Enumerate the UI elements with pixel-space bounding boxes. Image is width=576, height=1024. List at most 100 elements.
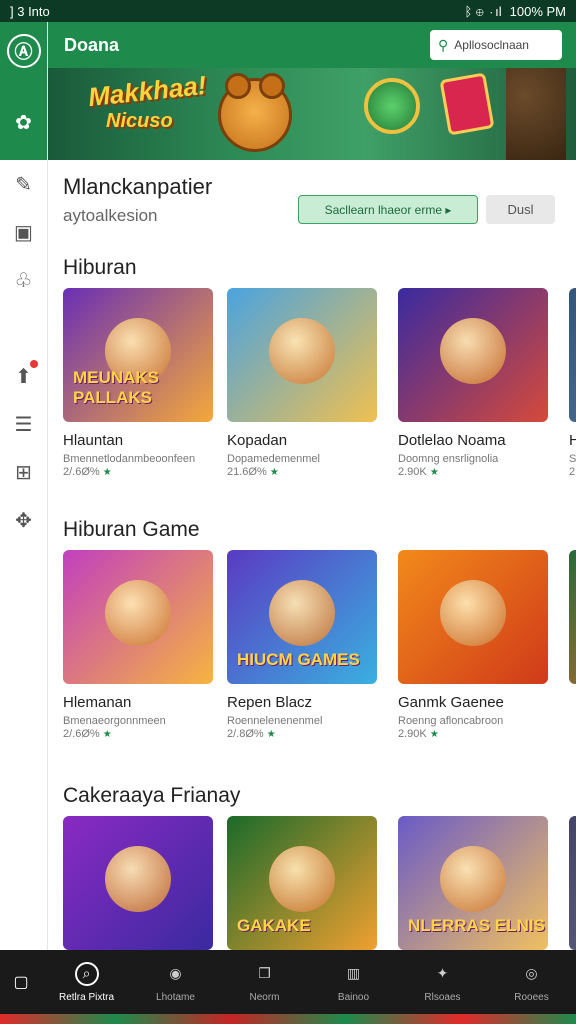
- game-description: Roenng afloncabroon: [398, 715, 504, 727]
- game-thumbnail[interactable]: [398, 288, 548, 422]
- bear-mascot-icon: [218, 73, 292, 152]
- nav-label: Lhotame: [156, 991, 195, 1003]
- nav-item[interactable]: ◉ Lhotame: [131, 950, 220, 1014]
- calendar-icon[interactable]: ⊞: [0, 448, 48, 496]
- home-square-icon[interactable]: ▢: [0, 950, 42, 1014]
- game-card[interactable]: Hlemanan Bmenaeorgonnmeen 2/.6Ø% ★: [63, 550, 213, 740]
- nav-label: Retlra Pixtra: [58, 991, 114, 1003]
- list-icon[interactable]: ☰: [0, 400, 48, 448]
- image-icon[interactable]: ▣: [0, 208, 48, 256]
- search-input[interactable]: ⚲ Apllosoclnaan: [430, 30, 562, 60]
- game-card[interactable]: HS2★: [569, 288, 576, 478]
- app-header: Doana ⚲ Apllosoclnaan: [48, 22, 576, 68]
- hanger-icon[interactable]: ♧: [0, 256, 48, 304]
- notification-icon[interactable]: ⬆: [0, 352, 48, 400]
- game-card[interactable]: Dotlelao Noama Doomng ensrlignolia 2.90K ★: [398, 288, 548, 478]
- bottom-ad-strip: [0, 1014, 576, 1024]
- game-title: Kopadan: [227, 432, 288, 449]
- star-icon: ★: [429, 467, 439, 478]
- search-icon: ⚲: [438, 36, 449, 53]
- game-card[interactable]: Kopadan Dopamedemenmel 21.6Ø% ★: [227, 288, 377, 478]
- game-thumbnail[interactable]: [569, 816, 576, 950]
- status-bar: ] 3 Into ᛒ ⊕ ⋅ıl 100% PM: [0, 0, 576, 22]
- category-title: Hiburan: [63, 256, 137, 279]
- character-icon: [269, 846, 335, 912]
- main-content: Mlanckanpatier aytoalkesion Sacllearn lh…: [48, 160, 576, 950]
- nav-label: Rlsoaes: [424, 991, 461, 1003]
- secondary-action-button[interactable]: Dusl: [486, 195, 555, 224]
- thumbnail-logo-text: GAKAKE: [237, 916, 311, 935]
- card-row: MEUNAKS PALLAKS Hlauntan Bmennetlodanmbeoo…: [48, 288, 576, 488]
- game-description: Dopamedemenmel: [227, 453, 320, 465]
- game-rating: 2/.6Ø% ★: [63, 728, 213, 740]
- star-icon: ★: [266, 729, 276, 740]
- game-thumbnail[interactable]: [227, 288, 377, 422]
- game-title: Hlauntan: [63, 432, 124, 449]
- game-thumbnail[interactable]: [398, 550, 548, 684]
- game-thumbnail[interactable]: MEUNAKS PALLAKS: [63, 288, 213, 422]
- game-thumbnail[interactable]: [569, 288, 576, 422]
- game-thumbnail[interactable]: [63, 816, 213, 950]
- app-logo-icon[interactable]: Ⓐ: [6, 34, 41, 68]
- nav-label: Bainoo: [337, 991, 370, 1003]
- game-thumbnail[interactable]: [569, 550, 576, 684]
- status-left: ] 3 Into: [10, 3, 50, 19]
- rail-icon-list: ✎ ▣ ♧ ⬆ ☰ ⊞ ✥: [0, 160, 47, 544]
- game-card[interactable]: Ganmk Gaenee Roenng afloncabroon 2.90K ★: [398, 550, 548, 740]
- game-card[interactable]: [63, 816, 213, 950]
- primary-action-button[interactable]: Sacllearn lhaeor erme ▸: [298, 195, 478, 224]
- game-rating: 2/.8Ø% ★: [227, 728, 377, 740]
- game-thumbnail[interactable]: NLERRAS ELNIS: [398, 816, 548, 950]
- game-thumbnail[interactable]: [63, 550, 213, 684]
- rating-value: 21.6Ø%: [227, 466, 270, 478]
- game-card[interactable]: GAKAKE: [227, 816, 377, 950]
- character-icon: [440, 318, 506, 384]
- nav-item[interactable]: ▥ Bainoo: [309, 950, 398, 1014]
- rating-value: 2/.6Ø%: [63, 728, 103, 740]
- hero-subtitle: aytoalkesion: [63, 206, 158, 225]
- nav-item[interactable]: ◎ Rooees: [487, 950, 576, 1014]
- nav-item[interactable]: ✦ Rlsoaes: [398, 950, 487, 1014]
- rating-value: 2/.8Ø%: [227, 728, 267, 740]
- nav-item[interactable]: ❐ Neorm: [220, 950, 309, 1014]
- thumbnail-logo-text: NLERRAS ELNIS: [408, 916, 545, 935]
- game-thumbnail[interactable]: GAKAKE: [227, 816, 377, 950]
- status-right: ᛒ ⊕ ⋅ıl 100% PM: [465, 4, 567, 19]
- game-thumbnail[interactable]: HIUCM GAMES: [227, 550, 377, 684]
- card-row: Hlemanan Bmenaeorgonnmeen 2/.6Ø% ★ HIUCM GA…: [48, 550, 576, 750]
- game-title: Ganmk Gaenee: [398, 694, 504, 711]
- side-rail: Ⓐ ✿ ✎ ▣ ♧ ⬆ ☰ ⊞ ✥: [0, 22, 48, 950]
- game-card[interactable]: NLERRAS ELNIS: [398, 816, 548, 950]
- game-card[interactable]: [569, 816, 576, 950]
- game-card[interactable]: HIUCM GAMES Repen Blacz Roennelenenenmel 2/…: [227, 550, 377, 740]
- hero-title: Mlanckanpatier: [63, 174, 213, 199]
- nav-item[interactable]: ⌕ Retlra Pixtra: [42, 950, 131, 1014]
- game-title: Repen Blacz: [227, 694, 313, 711]
- game-title: Hlemanan: [63, 694, 132, 711]
- game-rating: 2.90K ★: [398, 466, 548, 478]
- character-icon: [269, 318, 335, 384]
- star-icon: ★: [429, 729, 439, 740]
- puzzle-icon: ✦: [436, 965, 449, 981]
- game-description: S: [569, 453, 576, 465]
- character-icon: [105, 846, 171, 912]
- nav-label: Rooees: [514, 991, 549, 1003]
- rating-value: 2/.6Ø%: [63, 466, 103, 478]
- tree-decoration: [506, 68, 566, 160]
- card-row: GAKAKE NLERRAS ELNIS: [48, 816, 576, 950]
- game-card[interactable]: MEUNAKS PALLAKS Hlauntan Bmennetlodanmbeoo…: [63, 288, 213, 478]
- rail-header: Ⓐ ✿: [0, 22, 47, 160]
- hero-banner[interactable]: Makkhaa! Nicuso: [48, 68, 576, 160]
- game-card[interactable]: [569, 550, 576, 684]
- rating-value: 2.90K: [398, 466, 430, 478]
- notification-badge: [29, 360, 38, 368]
- tag-icon[interactable]: ✎: [0, 160, 48, 208]
- star-icon: ★: [102, 729, 112, 740]
- game-description: Bmenaeorgonnmeen: [63, 715, 166, 727]
- search-label: Apllosoclnaan: [454, 38, 529, 52]
- game-description: Bmennetlodanmbeoonfeen: [63, 453, 196, 465]
- game-icon: ◉: [169, 965, 182, 981]
- gamepad-icon[interactable]: ✥: [0, 496, 48, 544]
- settings-icon[interactable]: ✿: [15, 110, 32, 135]
- thumbnail-logo-text: HIUCM GAMES: [237, 650, 360, 669]
